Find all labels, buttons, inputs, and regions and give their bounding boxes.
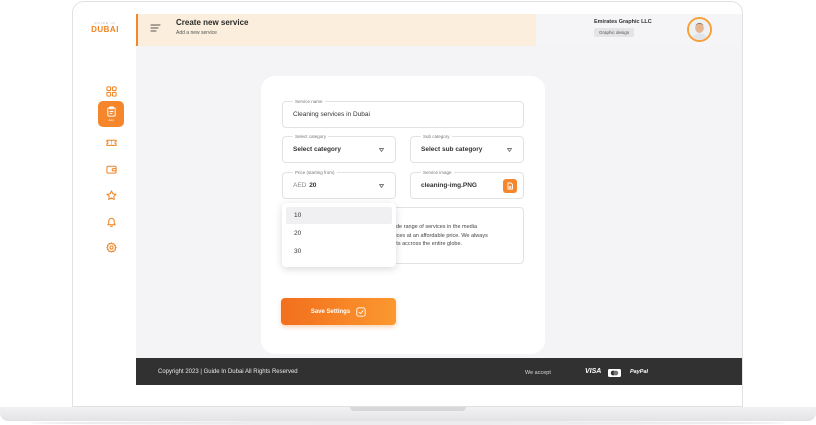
sidebar-item-notifications[interactable] bbox=[98, 208, 124, 234]
laptop-screen: GUIDE IN DUBAI Add Create new service Ad… bbox=[72, 1, 743, 407]
chevron-down-icon bbox=[379, 148, 384, 152]
user-avatar-icon bbox=[689, 19, 710, 40]
laptop-base-notch bbox=[350, 407, 466, 411]
menu-icon[interactable] bbox=[150, 23, 161, 33]
page-subtitle: Add a new service bbox=[176, 30, 217, 36]
save-settings-label: Save Settings bbox=[310, 308, 351, 315]
avatar[interactable] bbox=[687, 17, 712, 42]
organization-role-badge: Graphic design bbox=[594, 28, 635, 37]
service-name-value: Cleaning services in Dubai bbox=[293, 111, 370, 118]
category-value: Select category bbox=[293, 146, 342, 153]
sidebar-item-wallet[interactable] bbox=[98, 156, 124, 182]
bell-icon bbox=[106, 217, 116, 227]
organization-name: Emirates Graphic LLC bbox=[594, 19, 652, 25]
save-settings-button[interactable]: Save Settings bbox=[281, 298, 396, 325]
sidebar-item-label: Add bbox=[108, 118, 114, 122]
paypal-logo: PayPal bbox=[630, 369, 649, 375]
sidebar: GUIDE IN DUBAI Add bbox=[73, 2, 136, 385]
service-image-field[interactable]: Service image cleaning-img.PNG bbox=[410, 170, 524, 199]
device-stage: GUIDE IN DUBAI Add Create new service Ad… bbox=[0, 0, 816, 425]
gear-icon bbox=[105, 241, 117, 253]
price-dropdown-menu: 10 20 30 bbox=[282, 203, 396, 267]
category-select[interactable]: Select category Select category bbox=[282, 134, 396, 163]
price-option-30[interactable]: 30 bbox=[286, 243, 392, 260]
service-name-label: Service name bbox=[293, 99, 325, 105]
upload-image-button[interactable] bbox=[503, 179, 517, 193]
grid-icon bbox=[105, 85, 117, 97]
price-option-20[interactable]: 20 bbox=[286, 225, 392, 242]
service-image-label: Service image bbox=[421, 170, 454, 176]
description-line: services at an affordable price. We alwa… bbox=[385, 232, 488, 239]
service-name-field[interactable]: Service name Cleaning services in Dubai bbox=[282, 99, 524, 128]
we-accept-label: We accept bbox=[525, 370, 551, 376]
checkbox-check-icon bbox=[356, 306, 366, 317]
price-label: Price (starting from) bbox=[293, 170, 337, 176]
main-content: Service name Cleaning services in Dubai … bbox=[136, 46, 742, 358]
sidebar-item-tickets[interactable] bbox=[98, 129, 124, 155]
sub-category-value: Select sub category bbox=[421, 146, 483, 153]
mastercard-icon bbox=[608, 369, 621, 377]
service-image-filename: cleaning-img.PNG bbox=[421, 182, 477, 189]
description-text: ts wide range of services in the media s… bbox=[385, 223, 517, 249]
description-line: ts wide range of services in the media bbox=[385, 224, 478, 230]
visa-logo: VISA bbox=[585, 368, 602, 375]
ticket-icon bbox=[105, 139, 117, 146]
price-option-10[interactable]: 10 bbox=[286, 207, 392, 224]
clipboard-icon bbox=[106, 106, 116, 117]
sidebar-item-favorites[interactable] bbox=[98, 182, 124, 208]
sub-category-select[interactable]: Sub category Select sub category bbox=[410, 134, 524, 163]
page-header: Create new service Add a new service bbox=[136, 14, 556, 46]
page-title: Create new service bbox=[176, 18, 249, 27]
category-label: Select category bbox=[293, 134, 329, 140]
file-upload-icon bbox=[507, 182, 513, 190]
sidebar-item-services[interactable]: Add bbox=[98, 101, 124, 127]
description-line: clients accross the entire globe. bbox=[385, 241, 463, 247]
footer: Copyright 2023 | Guide In Dubai All Righ… bbox=[136, 358, 742, 385]
price-value: 20 bbox=[309, 182, 317, 189]
chevron-down-icon bbox=[379, 184, 384, 188]
price-currency: AED bbox=[293, 182, 307, 189]
logo-wordmark: DUBAI bbox=[91, 25, 119, 34]
copyright-text: Copyright 2023 | Guide In Dubai All Righ… bbox=[158, 369, 298, 375]
app-logo[interactable]: GUIDE IN DUBAI bbox=[87, 22, 123, 34]
account-panel: Emirates Graphic LLC Graphic design bbox=[536, 14, 742, 46]
top-bar: Create new service Add a new service Emi… bbox=[136, 14, 742, 46]
chevron-down-icon bbox=[507, 148, 512, 152]
sub-category-label: Sub category bbox=[421, 134, 452, 140]
laptop-shadow bbox=[30, 421, 786, 425]
price-select[interactable]: Price (starting from) AED 20 bbox=[282, 170, 396, 199]
wallet-icon bbox=[105, 165, 117, 174]
star-icon bbox=[106, 189, 116, 200]
sidebar-item-settings[interactable] bbox=[98, 234, 124, 260]
price-value-wrapper: AED 20 bbox=[293, 182, 316, 189]
